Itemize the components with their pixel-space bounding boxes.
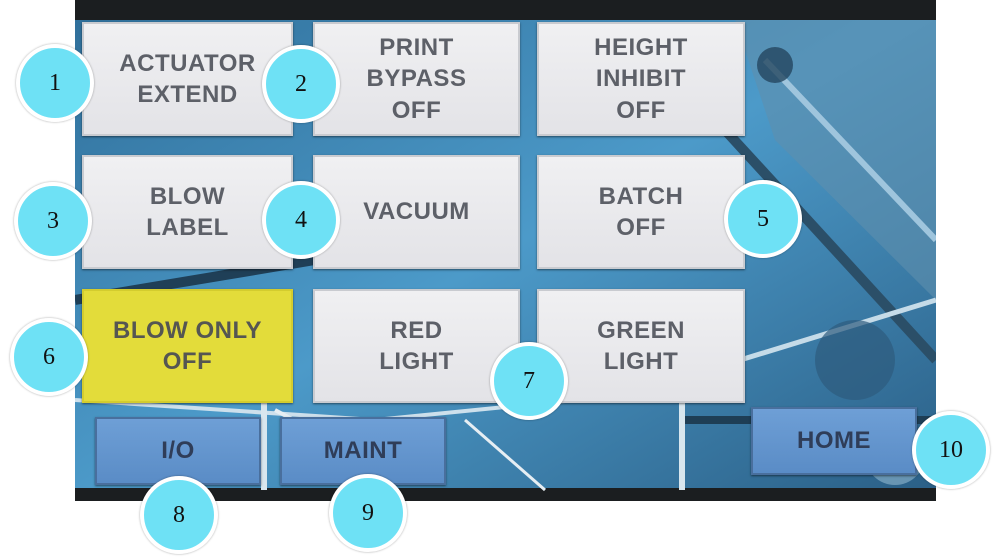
io-button[interactable]: I/O xyxy=(95,417,261,485)
height-inhibit-button[interactable]: HEIGHT INHIBIT OFF xyxy=(537,22,745,136)
vacuum-button[interactable]: VACUUM xyxy=(313,155,520,269)
callout-6: 6 xyxy=(10,318,88,396)
callout-5: 5 xyxy=(724,180,802,258)
callout-4: 4 xyxy=(262,181,340,259)
callout-7: 7 xyxy=(490,342,568,420)
red-light-button[interactable]: RED LIGHT xyxy=(313,289,520,403)
blow-only-button[interactable]: BLOW ONLY OFF xyxy=(82,289,293,403)
print-bypass-button[interactable]: PRINT BYPASS OFF xyxy=(313,22,520,136)
callout-9: 9 xyxy=(329,474,407,552)
callout-2: 2 xyxy=(262,45,340,123)
callout-8: 8 xyxy=(140,476,218,554)
callout-1: 1 xyxy=(16,44,94,122)
batch-button[interactable]: BATCH OFF xyxy=(537,155,745,269)
home-button[interactable]: HOME xyxy=(751,407,917,475)
blow-label-button[interactable]: BLOW LABEL xyxy=(82,155,293,269)
callout-10: 10 xyxy=(912,411,990,489)
callout-3: 3 xyxy=(14,182,92,260)
green-light-button[interactable]: GREEN LIGHT xyxy=(537,289,745,403)
touch-screen-panel: ACTUATOR EXTEND PRINT BYPASS OFF HEIGHT … xyxy=(75,0,936,501)
